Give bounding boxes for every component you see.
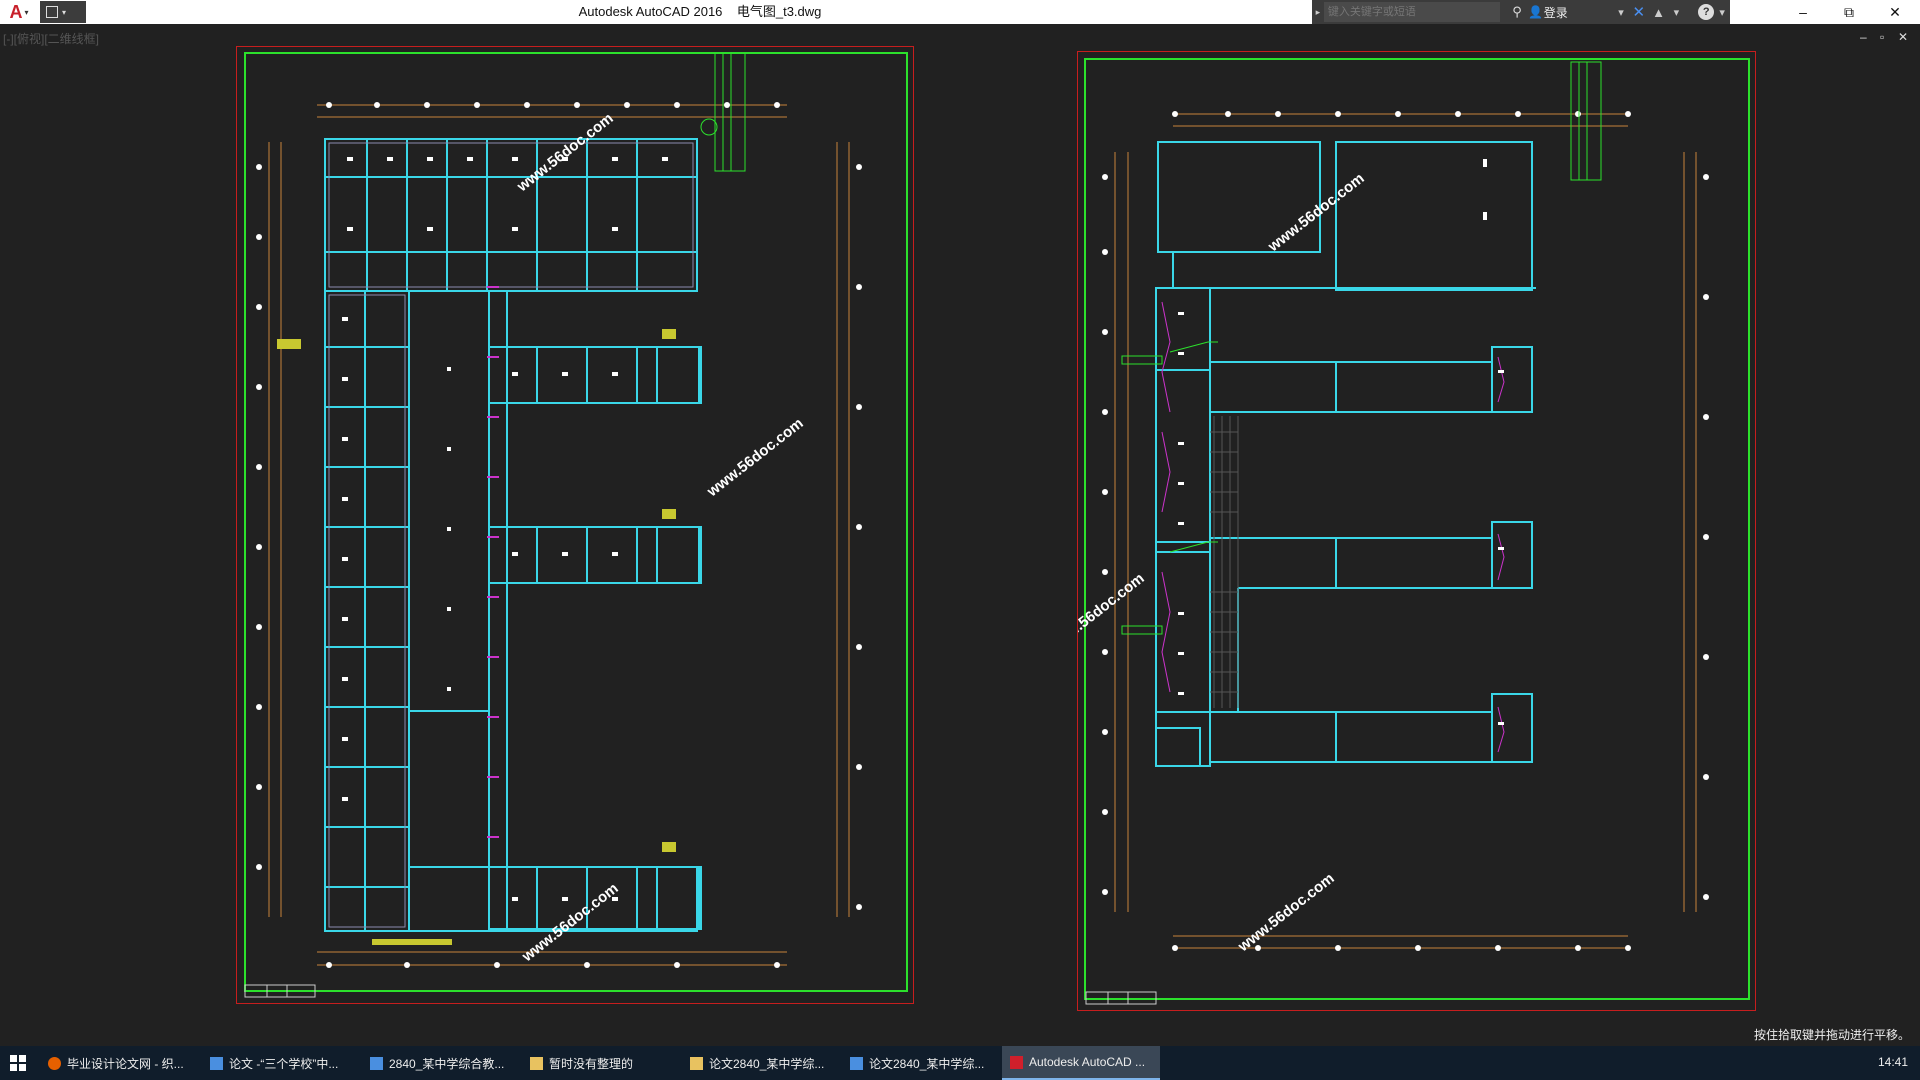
expand-arrow-icon[interactable]: ▸ — [1312, 7, 1324, 18]
inner-walls-left — [328, 142, 694, 928]
viewport-controls-label[interactable]: [-][俯视][二维线框] — [3, 30, 99, 47]
title-block-right — [1570, 61, 1602, 181]
layout-sheet-right: www.56doc.com www.56doc.com www.56doc.co… — [1077, 51, 1756, 1011]
taskbar-item-folder-2[interactable]: 论文2840_某中学综... — [682, 1046, 834, 1080]
taskbar-item-word-2[interactable]: 2840_某中学综合教... — [362, 1046, 514, 1080]
layout-sheet-left: www.56doc.com www.56doc.com www.56doc.co… — [236, 46, 914, 1004]
autocad-taskbar-icon — [1010, 1055, 1023, 1069]
binocular-icon[interactable]: ⚲ — [1506, 4, 1528, 20]
taskbar: 毕业设计论文网 - 织... 论文 -“三个学校”中... 2840_某中学综合… — [0, 1046, 1920, 1080]
search-input[interactable] — [1323, 2, 1501, 22]
floor-plan-left: www.56doc.com www.56doc.com www.56doc.co… — [244, 52, 862, 998]
word-doc-icon — [850, 1056, 863, 1070]
x-exchange-icon[interactable]: ✕ — [1629, 3, 1649, 21]
system-clock[interactable]: 14:41 — [1878, 1055, 1908, 1069]
legend-block-right — [1085, 991, 1157, 1005]
command-line[interactable]: 按住拾取键并拖动进行平移。 — [0, 1022, 1920, 1046]
command-prompt-text: 按住拾取键并拖动进行平移。 — [1753, 1028, 1910, 1042]
word-doc-icon — [210, 1056, 223, 1070]
watermark-text: www.56doc.com — [518, 880, 621, 966]
chevron-down-icon[interactable]: ▾ — [1714, 6, 1730, 19]
taskbar-item-folder-1[interactable]: 暂时没有整理的 — [522, 1046, 674, 1080]
taskbar-item-autocad[interactable]: Autodesk AutoCAD ... — [1002, 1046, 1160, 1080]
watermark-text: www.56doc.com — [1078, 570, 1148, 656]
watermark-text: www.56doc.com — [1264, 170, 1367, 256]
windows-logo-icon — [10, 1055, 26, 1071]
axis-markers-left — [256, 102, 862, 968]
window-title: Autodesk AutoCAD 2016 电气图_t3.dwg — [578, 4, 822, 19]
viewport-minimize-button[interactable]: – — [1860, 30, 1867, 44]
drawing-canvas[interactable]: [-][俯视][二维线框] – ▫ ✕ www.56doc.com www.56… — [0, 24, 1920, 1022]
watermark-text: www.56doc.com — [1234, 870, 1337, 956]
axis-grid-left — [268, 104, 850, 966]
viewport-restore-button[interactable]: ▫ — [1880, 30, 1884, 44]
chevron-down-icon[interactable]: ▾ — [1669, 6, 1685, 19]
a360-icon[interactable]: ▲ — [1649, 5, 1669, 20]
folder-icon — [530, 1056, 543, 1070]
taskbar-item-word-1[interactable]: 论文 -“三个学校”中... — [202, 1046, 354, 1080]
axis-markers-right — [1102, 111, 1709, 951]
taskbar-item-word-3[interactable]: 论文2840_某中学综... — [842, 1046, 994, 1080]
floor-plan-right: www.56doc.com www.56doc.com www.56doc.co… — [1078, 61, 1709, 1005]
axis-grid-right — [1114, 113, 1697, 949]
infocenter-bar: ▸ ⚲ 👤 登录 ▾ ✕ ▲ ▾ ? ▾ — [1312, 0, 1730, 24]
help-icon[interactable]: ? — [1698, 4, 1715, 20]
title-block-left — [700, 52, 746, 172]
folder-icon — [690, 1056, 703, 1070]
magenta-wiring-right — [1161, 301, 1505, 753]
taskbar-item-firefox[interactable]: 毕业设计论文网 - 织... — [40, 1046, 192, 1080]
watermark-text: www.56doc.com — [703, 415, 806, 501]
title-bar: A ▾ ▾ Autodesk AutoCAD 2016 电气图_t3.dwg ▸ … — [0, 0, 1920, 24]
firefox-icon — [48, 1056, 61, 1070]
start-button[interactable] — [0, 1046, 36, 1080]
watermark-text: www.56doc.com — [513, 110, 616, 196]
maximize-button[interactable]: ⧉ — [1826, 0, 1872, 24]
qat-icon[interactable] — [46, 6, 58, 18]
corridor-grid-right — [1210, 416, 1239, 708]
word-doc-icon — [370, 1056, 383, 1070]
stair-hatch-left — [277, 329, 676, 945]
walls-left — [324, 138, 702, 932]
user-icon[interactable]: 👤 — [1528, 5, 1544, 19]
viewport-close-button[interactable]: ✕ — [1898, 30, 1908, 44]
autocad-logo-icon[interactable]: A ▾ — [0, 0, 38, 24]
quick-access-toolbar[interactable]: ▾ — [40, 1, 86, 23]
fixture-dots-right — [1178, 159, 1504, 725]
login-button[interactable]: 登录 — [1544, 4, 1613, 21]
fixture-dots-left — [342, 157, 668, 901]
legend-block-left — [244, 984, 316, 998]
close-button[interactable]: ✕ — [1872, 0, 1918, 24]
minimize-button[interactable]: – — [1780, 0, 1826, 24]
chevron-down-icon[interactable]: ▾ — [1613, 6, 1629, 19]
